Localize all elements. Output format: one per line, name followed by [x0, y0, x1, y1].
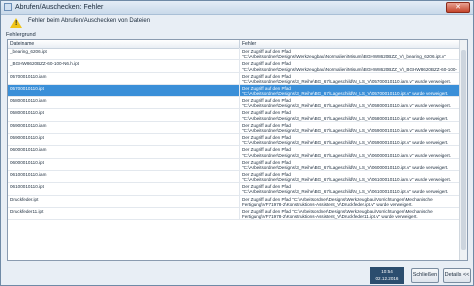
table-row[interactable]: _bearing_6206.ipt Der Zugriff auf den Pfa…	[8, 48, 460, 61]
details-button[interactable]: Details <<	[443, 268, 471, 283]
vertical-scrollbar[interactable]	[459, 40, 467, 260]
table-row[interactable]: 05700010110.iam Der Zugriff auf den Pfad …	[8, 72, 460, 85]
error-cell: Der Zugriff auf den Pfad "C:\Arbeitsordn…	[242, 184, 449, 195]
scrollbar-thumb[interactable]	[461, 50, 466, 250]
table-row[interactable]: 05700010110.ipt Der Zugriff auf den Pfad …	[8, 84, 460, 98]
table-row[interactable]: Druckfeder.ipt Der Zugriff auf den Pfad "…	[8, 195, 460, 208]
error-cell: Der Zugriff auf den Pfad "C:\Arbeitsordn…	[242, 171, 451, 183]
close-button[interactable]: Schließen	[411, 268, 439, 283]
error-dialog: Abrufen/Auschecken: Fehler ✕ ! Fehler be…	[0, 0, 474, 286]
error-cell: Der Zugriff auf den Pfad "C:\Arbeitsordn…	[242, 61, 457, 72]
title-bar[interactable]: Abrufen/Auschecken: Fehler ✕	[1, 1, 473, 15]
table-row[interactable]: 06100010110.ipt Der Zugriff auf den Pfad …	[8, 183, 460, 196]
warning-icon: !	[10, 18, 22, 28]
filename-cell: 05900010110.ipt	[8, 134, 240, 146]
table-row[interactable]: 05900010110.ipt Der Zugriff auf den Pfad …	[8, 134, 460, 147]
filename-cell: 05700010110.ipt	[8, 84, 240, 97]
clock-status: 10:54 02.12.2016	[370, 267, 404, 284]
error-cell: Der Zugriff auf den Pfad "C:\Arbeitsordn…	[242, 98, 451, 109]
table-row[interactable]: 05900010110.iam Der Zugriff auf den Pfad …	[8, 121, 460, 135]
error-cell: Der Zugriff auf den Pfad "C:\Arbeitsordn…	[242, 135, 449, 146]
filename-cell: _BGHW8620BZZ-60-100-N6.h.ipt	[8, 60, 240, 72]
close-icon[interactable]: ✕	[446, 2, 470, 13]
filename-cell: 05900010110.iam	[8, 121, 240, 134]
error-cell: Der Zugriff auf den Pfad "C:\Arbeitsordn…	[242, 85, 449, 97]
status-date: 02.12.2016	[375, 276, 399, 281]
app-icon	[4, 3, 12, 11]
error-cell: Der Zugriff auf den Pfad "C:\Arbeitsordn…	[242, 73, 451, 84]
filename-cell: 06000010110.iam	[8, 146, 240, 158]
table-row[interactable]: _BGHW8620BZZ-60-100-N6.h.ipt Der Zugriff …	[8, 60, 460, 73]
filename-cell: Druckfeder11.ipt	[8, 207, 240, 220]
error-cell: Der Zugriff auf den Pfad "C:\Arbeitsordn…	[242, 196, 433, 207]
table-row[interactable]: 06000010110.iam Der Zugriff auf den Pfad …	[8, 146, 460, 159]
table-row[interactable]: Druckfeder11.ipt Der Zugriff auf den Pfad…	[8, 207, 460, 221]
filename-cell: _bearing_6206.ipt	[8, 48, 240, 60]
error-cell: Der Zugriff auf den Pfad "C:\Arbeitsordn…	[242, 49, 446, 60]
column-header-filename[interactable]: Dateiname	[8, 40, 240, 48]
filename-cell: 05800010110.iam	[8, 97, 240, 109]
header-message: Fehler beim Abrufen/Auschecken von Datei…	[28, 18, 151, 24]
filename-cell: 06100010110.iam	[8, 170, 240, 183]
table-body: _bearing_6206.ipt Der Zugriff auf den Pfa…	[8, 48, 460, 221]
status-time: 10:54	[381, 269, 393, 274]
error-table: Dateiname Fehler _bearing_6206.ipt Der Zu…	[7, 39, 468, 261]
table-row[interactable]: 05800010110.ipt Der Zugriff auf den Pfad …	[8, 109, 460, 122]
table-row[interactable]: 05800010110.iam Der Zugriff auf den Pfad …	[8, 97, 460, 110]
error-cell: Der Zugriff auf den Pfad "C:\Arbeitsordn…	[242, 110, 449, 121]
column-header-error[interactable]: Fehler	[240, 40, 460, 48]
error-cell: Der Zugriff auf den Pfad "C:\Arbeitsordn…	[242, 208, 433, 220]
filename-cell: 05800010110.ipt	[8, 109, 240, 121]
filename-cell: 05700010110.iam	[8, 72, 240, 84]
error-cell: Der Zugriff auf den Pfad "C:\Arbeitsordn…	[242, 159, 449, 170]
table-row[interactable]: 06100010110.iam Der Zugriff auf den Pfad …	[8, 170, 460, 184]
filename-cell: 06000010110.ipt	[8, 158, 240, 170]
filename-cell: Druckfeder.ipt	[8, 195, 240, 207]
error-cell: Der Zugriff auf den Pfad "C:\Arbeitsordn…	[242, 122, 451, 133]
window-title: Abrufen/Auschecken: Fehler	[15, 4, 104, 11]
table-row[interactable]: 06000010110.ipt Der Zugriff auf den Pfad …	[8, 158, 460, 171]
group-label: Fehlergrund	[6, 32, 36, 38]
filename-cell: 06100010110.ipt	[8, 183, 240, 195]
error-cell: Der Zugriff auf den Pfad "C:\Arbeitsordn…	[242, 147, 451, 158]
